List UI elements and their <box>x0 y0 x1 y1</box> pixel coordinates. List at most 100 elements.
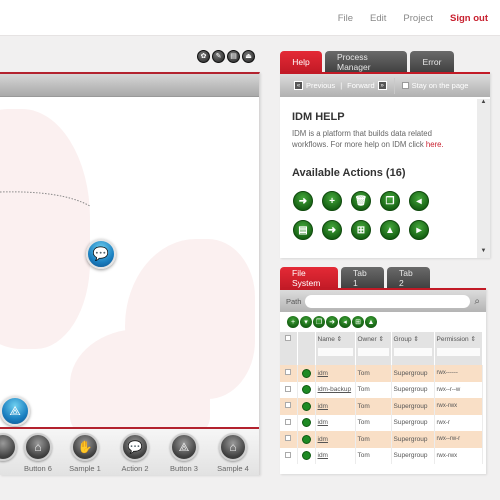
owner-cell: Tom <box>355 431 392 448</box>
file-name-link[interactable]: idm <box>318 452 328 459</box>
group-filter[interactable] <box>393 348 432 356</box>
help-panel: « Previous | Forward » Stay on the page … <box>280 72 490 258</box>
forward-link[interactable]: Forward <box>347 81 375 90</box>
export-icon[interactable]: ⏏ <box>242 50 255 63</box>
file-name-link[interactable]: idm <box>318 403 328 410</box>
sample-1-button[interactable]: ✋ Sample 1 <box>60 433 110 473</box>
name-filter[interactable] <box>317 348 353 356</box>
button-3[interactable]: ⟁ Button 3 <box>159 433 209 473</box>
table-row[interactable]: idm Tom Supergroup rwx-rwx <box>280 447 483 464</box>
path-label: Path <box>286 296 302 306</box>
table-row[interactable]: idm-backup Tom Supergroup rwx--r--w <box>280 381 483 398</box>
column-group[interactable]: Group ⇕ <box>391 332 435 365</box>
menu-project[interactable]: Project <box>403 13 433 24</box>
export-icon[interactable]: ▸ <box>409 220 429 240</box>
row-checkbox[interactable] <box>285 418 292 425</box>
select-all-checkbox[interactable] <box>285 335 292 341</box>
row-checkbox[interactable] <box>285 435 292 442</box>
table-header: Name ⇕ Owner ⇕ Group ⇕ Permission ⇕ <box>280 332 483 365</box>
help-description: IDM is a platform that builds data relat… <box>292 129 432 149</box>
menu-file[interactable]: File <box>338 13 353 24</box>
stay-on-page-checkbox[interactable] <box>401 82 409 89</box>
owner-cell: Tom <box>355 398 392 415</box>
table-row[interactable]: idm Tom Supergroup rwx--rw-r <box>280 431 483 448</box>
copy-icon[interactable]: ❐ <box>380 191 400 211</box>
chat-bubbles-icon: 💬 <box>121 433 149 461</box>
row-checkbox[interactable] <box>285 369 292 376</box>
move-folder-icon[interactable]: ➜ <box>293 191 313 211</box>
table-row[interactable]: idm Tom Supergroup rwx-r <box>280 414 483 431</box>
tab-1[interactable]: Tab 1 <box>341 267 384 289</box>
import-icon[interactable]: ◂ <box>339 316 351 328</box>
save-icon[interactable]: ▤ <box>227 50 240 63</box>
file-name-link[interactable]: idm-backup <box>318 386 352 393</box>
permission-filter[interactable] <box>436 348 480 356</box>
button-label: Sample 1 <box>69 464 101 473</box>
file-system-panel: Path ⌕ + ▾ ❐ ➜ ◂ ⊞ ▲ Name ⇕ Owner ⇕ Grou… <box>280 288 486 474</box>
tab-process-manager[interactable]: Process Manager <box>325 51 407 73</box>
file-name-link[interactable]: idm <box>318 436 328 443</box>
add-icon[interactable]: + <box>322 191 342 211</box>
chat-node[interactable]: 💬 <box>86 239 116 269</box>
help-tabs: Help Process Manager Error <box>280 51 454 73</box>
sign-out-link[interactable]: Sign out <box>450 13 488 24</box>
canvas-toolbar: ✿ ✎ ▤ ⏏ <box>197 50 255 63</box>
row-checkbox[interactable] <box>285 385 292 392</box>
button-label: Button 3 <box>170 464 198 473</box>
scroll-down-icon[interactable]: ▼ <box>477 248 490 254</box>
help-scrollbar[interactable]: ▲ ▼ <box>477 99 490 258</box>
upload-icon[interactable]: ▲ <box>380 220 400 240</box>
share-node[interactable]: ⟁ <box>0 396 30 426</box>
button-label: Action 2 <box>121 464 149 473</box>
button-6[interactable]: ⌂ Button 6 <box>13 433 63 473</box>
file-system-tabs: File System Tab 1 Tab 2 <box>280 267 430 289</box>
move-folder-icon[interactable]: ➜ <box>322 220 342 240</box>
column-owner[interactable]: Owner ⇕ <box>355 332 392 365</box>
column-permission[interactable]: Permission ⇕ <box>434 332 483 365</box>
menu-edit[interactable]: Edit <box>370 13 386 24</box>
new-folder-icon[interactable]: ⊞ <box>352 316 364 328</box>
divider <box>393 77 395 94</box>
forward-icon[interactable]: » <box>377 81 387 90</box>
table-row[interactable]: idm Tom Supergroup rwx-rwx <box>280 398 483 415</box>
folder-icon <box>301 385 311 395</box>
tab-error[interactable]: Error <box>410 51 454 73</box>
sample-4-button[interactable]: ⌂ Sample 4 <box>208 433 258 473</box>
canvas-header <box>0 74 259 97</box>
tab-help[interactable]: Help <box>280 51 322 73</box>
file-name-link[interactable]: idm <box>318 419 328 426</box>
workflow-canvas[interactable]: 💬 ⟁ <box>0 99 259 429</box>
copy-icon[interactable]: ❐ <box>313 316 325 328</box>
save-icon[interactable]: ▤ <box>293 220 313 240</box>
move-icon[interactable]: ➜ <box>326 316 338 328</box>
table-row[interactable]: idm Tom Supergroup rwx------ <box>280 365 483 382</box>
new-folder-icon[interactable]: ⊞ <box>351 220 371 240</box>
search-icon[interactable]: ⌕ <box>474 296 480 307</box>
delete-icon[interactable]: 🗑 <box>351 191 371 211</box>
help-content: IDM HELP IDM is a platform that builds d… <box>280 99 476 260</box>
delete-icon[interactable]: ▾ <box>300 316 312 328</box>
group-cell: Supergroup <box>391 414 435 431</box>
palette-icon[interactable]: ✿ <box>197 50 210 63</box>
owner-filter[interactable] <box>357 348 389 356</box>
tab-file-system[interactable]: File System <box>280 267 338 289</box>
row-checkbox[interactable] <box>285 451 292 458</box>
tab-2[interactable]: Tab 2 <box>387 267 430 289</box>
top-nav: File Edit Project Sign out <box>338 13 488 24</box>
action-2-button[interactable]: 💬 Action 2 <box>110 433 160 473</box>
previous-link[interactable]: Previous <box>306 81 335 90</box>
file-name-link[interactable]: idm <box>318 370 328 377</box>
edit-doc-icon[interactable]: ✎ <box>212 50 225 63</box>
previous-icon[interactable]: « <box>294 81 303 90</box>
permission-cell: rwx-r <box>434 414 483 431</box>
add-icon[interactable]: + <box>287 316 299 328</box>
upload-icon[interactable]: ▲ <box>365 316 377 328</box>
import-icon[interactable]: ◂ <box>409 191 429 211</box>
help-link[interactable]: here. <box>426 140 444 149</box>
column-name[interactable]: Name ⇕ <box>315 332 356 365</box>
group-cell: Supergroup <box>391 431 435 448</box>
path-input[interactable] <box>305 294 471 308</box>
hand-icon: ✋ <box>71 433 99 461</box>
row-checkbox[interactable] <box>285 402 292 409</box>
folder-icon <box>301 451 311 461</box>
